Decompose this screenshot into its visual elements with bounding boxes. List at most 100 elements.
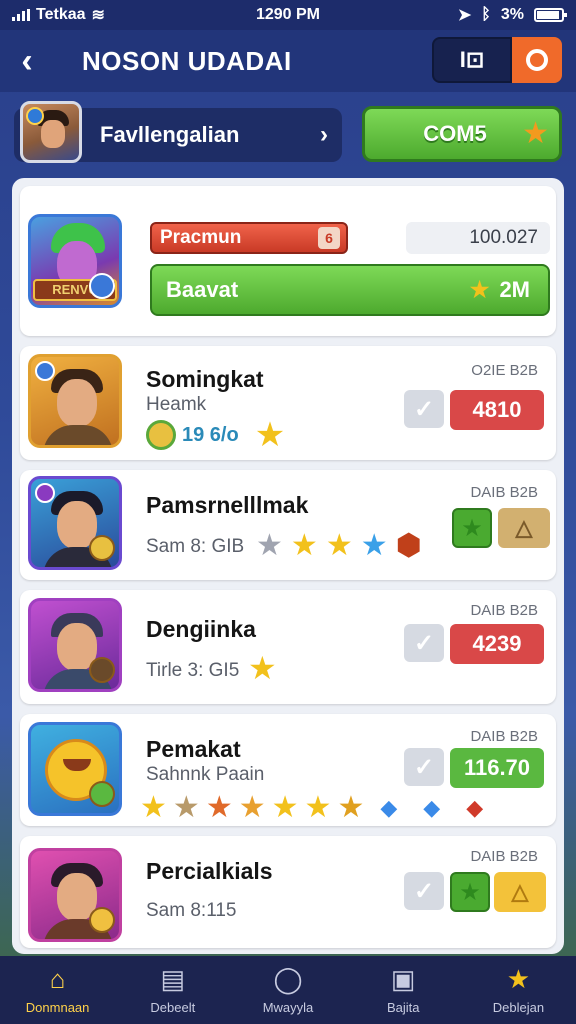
star-icon: ★	[248, 650, 277, 686]
star-icon: ★	[325, 528, 353, 562]
entry-subtitle: Heamk	[146, 394, 207, 415]
coin-icon	[146, 420, 176, 450]
chevron-left-icon: ‹	[21, 41, 33, 80]
list-item[interactable]: Pemakat Sahnnk Paain ★ ★ ★ ★ ★ ★ ★ ◆ ◆ ◆…	[20, 714, 556, 826]
tab-label: Deblejan	[492, 999, 545, 1015]
leaderboard-panel: RENVU Pracmun 6 100.027 Baavat ★ 2M Somi…	[12, 178, 564, 954]
avatar	[20, 101, 82, 163]
shop-icon: ▣	[390, 963, 416, 994]
check-button[interactable]: ✓	[404, 748, 444, 786]
share-button[interactable]: I⊡	[432, 37, 512, 83]
search-icon: ◯	[273, 963, 303, 994]
badge-icon	[89, 535, 115, 561]
star-icon: ★	[205, 791, 233, 824]
progress-end: 6	[318, 227, 340, 249]
tab-shop[interactable]: ▣ Bajita	[346, 956, 461, 1024]
tab-calendar[interactable]: ▤ Debeelt	[115, 956, 230, 1024]
profile-link[interactable]: Favllengalian ›	[14, 101, 342, 163]
home-icon: ⌂	[49, 963, 66, 994]
app-header: ‹ NOSON UDADAI I⊡	[0, 30, 576, 92]
tab-label: Debeelt	[150, 999, 196, 1015]
claim-label: Baavat	[166, 277, 239, 302]
gem-icon: ◆	[466, 794, 484, 820]
entry-subtitle: Sahnnk Paain	[146, 764, 265, 785]
check-button[interactable]: ✓	[404, 390, 444, 428]
coins-button[interactable]: COM5 ★	[362, 106, 562, 162]
badge-icon	[89, 273, 115, 299]
badge-icon	[89, 657, 115, 683]
list-item[interactable]: Pamsrnelllmak Sam 8: GIB ★ ★ ★ ★ ⬢ DAIB …	[20, 470, 556, 580]
chest-icon: ⬢	[395, 529, 422, 562]
reward-button[interactable]: △	[498, 508, 550, 548]
entry-subtitle: Sam 8: GIB	[146, 536, 245, 557]
gem-button[interactable]: ★	[450, 872, 490, 912]
tab-favorites[interactable]: ★ Deblejan	[461, 956, 576, 1024]
entry-name: Dengiinka	[146, 616, 256, 642]
star-icon: ★	[506, 963, 531, 994]
featured-avatar: RENVU	[28, 214, 122, 308]
star-icon: ★	[290, 528, 318, 562]
avatar	[28, 722, 122, 816]
gem-icon: ★	[459, 878, 481, 906]
triangle-icon: △	[511, 879, 529, 904]
tab-search[interactable]: ◯ Mwayyla	[230, 956, 345, 1024]
badge-icon	[35, 361, 55, 381]
entry-date: O2IE B2B	[471, 362, 538, 379]
score-badge: 4810	[450, 390, 544, 430]
gem-icon: ★	[461, 514, 483, 542]
claim-button[interactable]: Baavat ★ 2M	[150, 264, 550, 316]
entry-name: Somingkat	[146, 366, 264, 392]
back-button[interactable]: ‹	[0, 30, 54, 92]
claim-amount: 2M	[499, 277, 530, 302]
signal-icon	[12, 9, 30, 21]
location-icon: ➤	[457, 7, 472, 24]
check-button[interactable]: ✓	[404, 624, 444, 662]
badge-icon	[89, 907, 115, 933]
avatar	[28, 848, 122, 942]
check-icon: ✓	[413, 629, 435, 657]
battery-percent: 3%	[500, 6, 524, 23]
star-icon: ★	[337, 791, 365, 824]
triangle-icon: △	[515, 515, 533, 540]
badge-icon	[35, 483, 55, 503]
tab-home[interactable]: ⌂ Donmnaan	[0, 956, 115, 1024]
progress-bar: Pracmun 6	[150, 222, 348, 254]
list-item[interactable]: Percialkials Sam 8:115 DAIB B2B ✓ ★ △	[20, 836, 556, 948]
star-icon: ★	[271, 790, 299, 824]
battery-icon	[534, 8, 567, 22]
list-item[interactable]: Dengiinka Tirle 3: GI5 ★ DAIB B2B ✓ 4239	[20, 590, 556, 704]
coins-label: COM5	[423, 121, 487, 146]
page-title: NOSON UDADAI	[82, 45, 292, 76]
entry-date: DAIB B2B	[470, 848, 538, 865]
star-icon: ★	[304, 790, 332, 824]
tab-label: Bajita	[386, 999, 420, 1015]
avatar	[28, 354, 122, 448]
ring-icon	[526, 49, 548, 71]
list-item[interactable]: Somingkat Heamk 19 6/o ★ O2IE B2B ✓ 4810	[20, 346, 556, 460]
record-button[interactable]	[512, 37, 562, 83]
star-icon: ★	[360, 529, 388, 562]
gem-icon: ◆	[380, 794, 398, 820]
gem-button[interactable]: ★	[452, 508, 492, 548]
check-button[interactable]: ✓	[404, 872, 444, 910]
check-icon: ✓	[413, 395, 435, 423]
wifi-icon: ≋	[91, 7, 105, 24]
star-icon: ★	[522, 117, 549, 150]
profile-row: Favllengalian › COM5 ★	[14, 101, 562, 166]
reward-button[interactable]: △	[494, 872, 546, 912]
entry-subtitle: Sam 8:115	[146, 900, 237, 921]
tab-label: Mwayyla	[262, 999, 314, 1015]
star-icon: ★	[172, 791, 200, 824]
score-badge: 116.70	[450, 748, 544, 788]
star-icon: ★	[256, 529, 283, 562]
entry-name: Pemakat	[146, 736, 241, 762]
star-icon: ★	[238, 791, 266, 824]
check-icon: ✓	[413, 877, 435, 905]
entry-name: Pamsrnelllmak	[146, 492, 309, 518]
featured-card: RENVU Pracmun 6 100.027 Baavat ★ 2M	[20, 186, 556, 336]
star-icon: ★	[254, 416, 286, 454]
profile-name: Favllengalian	[100, 122, 240, 147]
gem-icon: ◆	[423, 794, 441, 820]
entry-date: DAIB B2B	[470, 728, 538, 745]
entry-date: DAIB B2B	[470, 484, 538, 501]
